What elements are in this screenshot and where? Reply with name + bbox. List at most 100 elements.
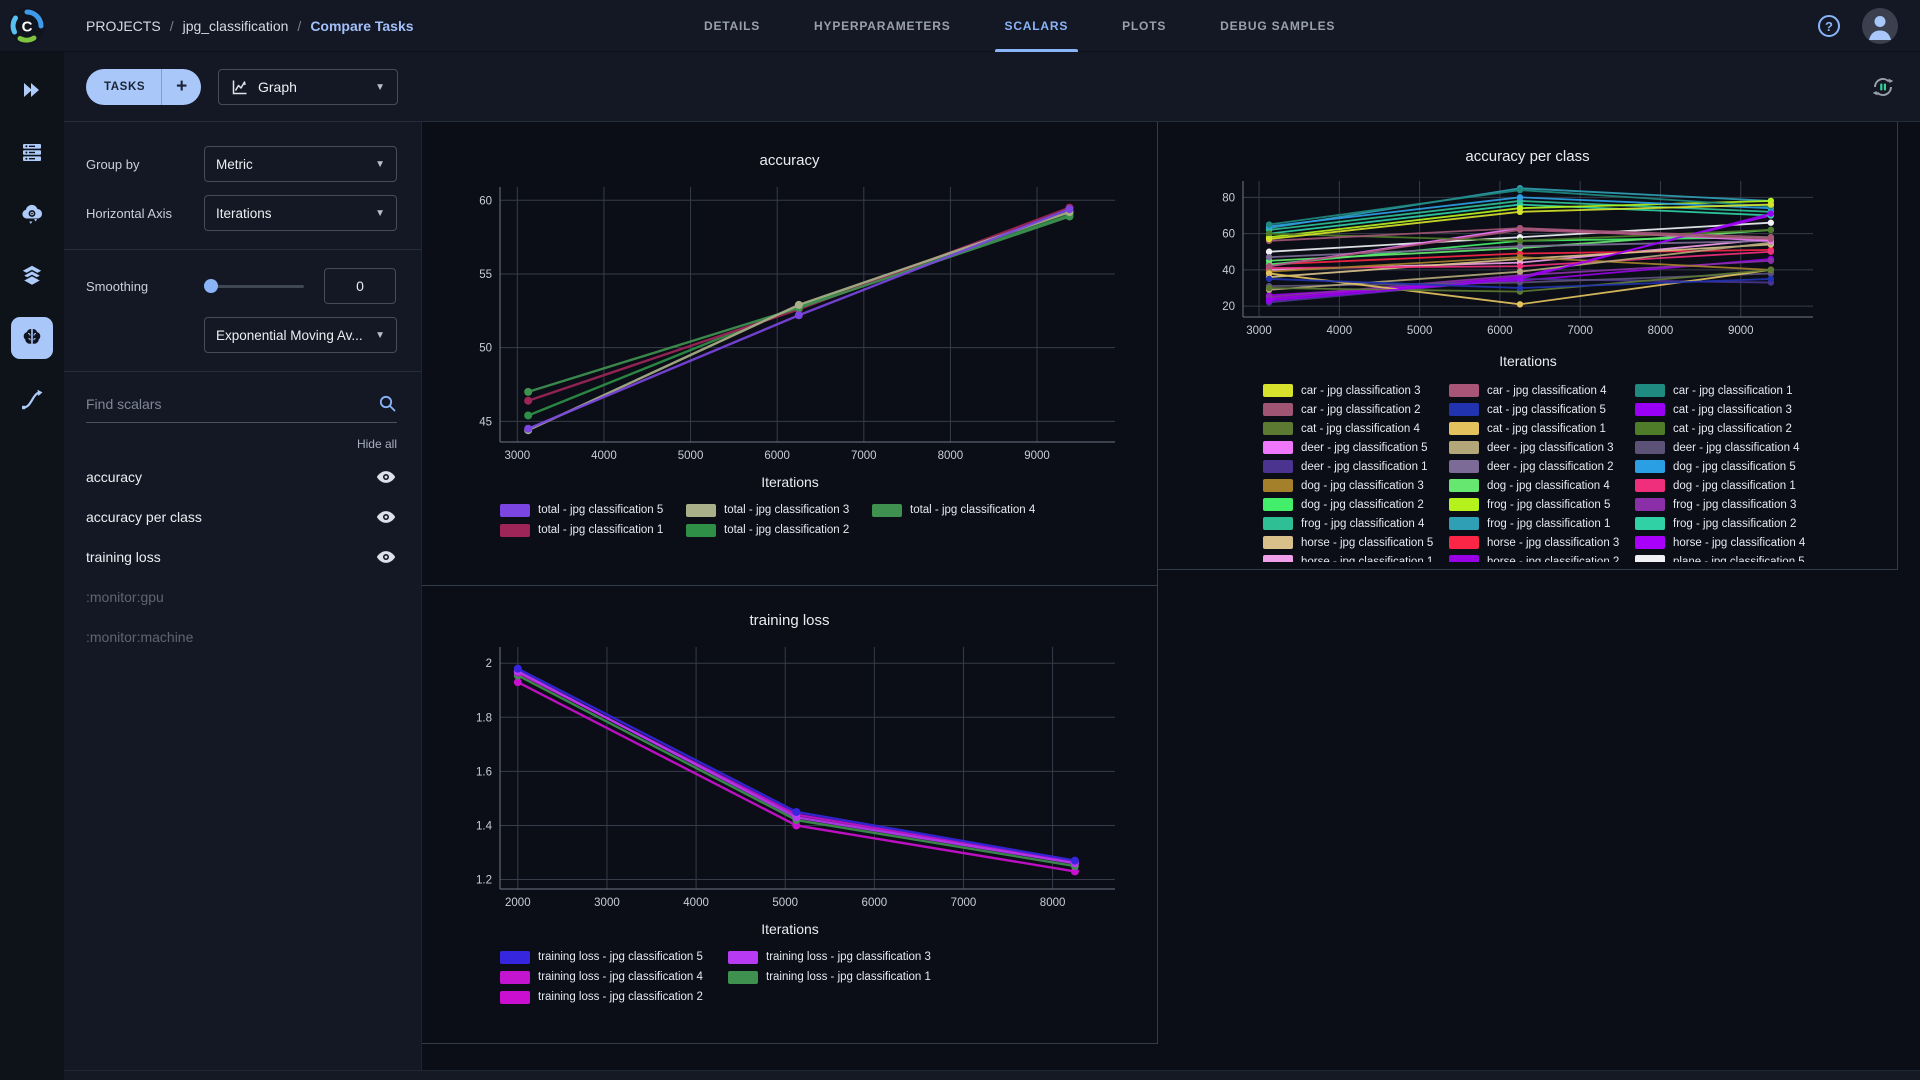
- hide-all-button[interactable]: Hide all: [86, 437, 397, 451]
- legend-item[interactable]: dog - jpg classification 2: [1263, 495, 1449, 514]
- legend-item[interactable]: cat - jpg classification 2: [1635, 419, 1821, 438]
- legend-item[interactable]: total - jpg classification 3: [686, 500, 872, 520]
- legend-label: dog - jpg classification 4: [1487, 479, 1610, 492]
- group-by-dropdown[interactable]: Metric ▼: [204, 146, 397, 182]
- group-by-label: Group by: [86, 156, 140, 172]
- legend-item[interactable]: cat - jpg classification 4: [1263, 419, 1449, 438]
- legend-item[interactable]: dog - jpg classification 3: [1263, 476, 1449, 495]
- smoothing-slider[interactable]: [204, 279, 304, 293]
- smoothing-value-input[interactable]: [324, 268, 396, 304]
- scalar-item-label[interactable]: :monitor:gpu: [86, 589, 397, 605]
- legend-item[interactable]: horse - jpg classification 3: [1449, 533, 1635, 552]
- legend-item[interactable]: car - jpg classification 4: [1449, 381, 1635, 400]
- scalar-item-label[interactable]: accuracy per class: [86, 509, 375, 525]
- accuracy-per-class-chart-canvas[interactable]: 3000 4000 5000 6000 7000 8000 9000 20 40 60 80: [1178, 173, 1878, 345]
- legend-item[interactable]: frog - jpg classification 2: [1635, 514, 1821, 533]
- legend-item[interactable]: car - jpg classification 3: [1263, 381, 1449, 400]
- legend-label: deer - jpg classification 3: [1487, 441, 1614, 454]
- legend-swatch: [500, 503, 530, 517]
- legend-item[interactable]: total - jpg classification 4: [872, 500, 1058, 520]
- legend-item[interactable]: total - jpg classification 5: [500, 500, 686, 520]
- legend-item[interactable]: plane - jpg classification 5: [1635, 552, 1821, 562]
- eye-visible-icon[interactable]: [375, 550, 397, 564]
- scalar-item-label[interactable]: accuracy: [86, 469, 375, 485]
- view-mode-dropdown[interactable]: Graph ▼: [218, 69, 398, 105]
- header-right-actions: ?: [1818, 0, 1898, 52]
- tab-debug-samples[interactable]: DEBUG SAMPLES: [1216, 0, 1339, 52]
- chevron-down-icon: ▼: [375, 207, 385, 219]
- legend-swatch: [1635, 555, 1665, 562]
- horizontal-axis-dropdown[interactable]: Iterations ▼: [204, 195, 397, 231]
- legend-item[interactable]: horse - jpg classification 5: [1263, 533, 1449, 552]
- legend-item[interactable]: cat - jpg classification 1: [1449, 419, 1635, 438]
- datasets-icon[interactable]: [0, 252, 64, 300]
- legend-label: dog - jpg classification 3: [1301, 479, 1424, 492]
- legend-item[interactable]: dog - jpg classification 5: [1635, 457, 1821, 476]
- smoothing-slider-track[interactable]: [204, 285, 304, 288]
- tab-plots[interactable]: PLOTS: [1118, 0, 1170, 52]
- add-task-button[interactable]: +: [162, 76, 201, 98]
- legend-item[interactable]: horse - jpg classification 2: [1449, 552, 1635, 562]
- search-input[interactable]: [86, 395, 378, 412]
- smoothing-type-dropdown[interactable]: Exponential Moving Av... ▼: [204, 317, 397, 353]
- legend-item[interactable]: deer - jpg classification 3: [1449, 438, 1635, 457]
- scalar-list: accuracy accuracy per class training loss:…: [86, 457, 397, 657]
- tab-scalars[interactable]: SCALARS: [994, 0, 1078, 52]
- legend-item[interactable]: training loss - jpg classification 1: [728, 967, 956, 987]
- experiments-brain-icon[interactable]: [0, 314, 64, 362]
- scalar-item-label[interactable]: :monitor:machine: [86, 629, 397, 645]
- breadcrumb-projects[interactable]: PROJECTS: [86, 18, 161, 34]
- legend-item[interactable]: total - jpg classification 2: [686, 520, 872, 540]
- tab-details[interactable]: DETAILS: [700, 0, 764, 52]
- scalar-item-label[interactable]: training loss: [86, 549, 375, 565]
- clearml-logo-icon[interactable]: C: [8, 7, 46, 45]
- tasks-pill-label[interactable]: TASKS: [86, 81, 161, 93]
- legend-label: frog - jpg classification 5: [1487, 498, 1611, 511]
- legend-item[interactable]: cat - jpg classification 3: [1635, 400, 1821, 419]
- getting-started-icon[interactable]: [0, 66, 64, 114]
- legend-swatch: [1449, 536, 1479, 549]
- eye-visible-icon[interactable]: [375, 510, 397, 524]
- accuracy-chart-canvas[interactable]: 3000 4000 5000 6000 7000 8000 9000 45 50 55 60: [440, 177, 1140, 472]
- legend-item[interactable]: horse - jpg classification 1: [1263, 552, 1449, 562]
- workers-queues-icon[interactable]: [0, 128, 64, 176]
- legend-item[interactable]: training loss - jpg classification 2: [500, 987, 728, 1007]
- legend-item[interactable]: training loss - jpg classification 5: [500, 947, 728, 967]
- legend-item[interactable]: dog - jpg classification 4: [1449, 476, 1635, 495]
- training-loss-chart-panel: training loss 2000 3000 4000 5000 6000 7000 80…: [422, 586, 1158, 1044]
- legend-item[interactable]: car - jpg classification 2: [1263, 400, 1449, 419]
- legend-item[interactable]: dog - jpg classification 1: [1635, 476, 1821, 495]
- legend-item[interactable]: deer - jpg classification 4: [1635, 438, 1821, 457]
- legend-item[interactable]: deer - jpg classification 1: [1263, 457, 1449, 476]
- tab-hyperparameters[interactable]: HYPERPARAMETERS: [810, 0, 954, 52]
- legend-item[interactable]: frog - jpg classification 5: [1449, 495, 1635, 514]
- legend-item[interactable]: frog - jpg classification 3: [1635, 495, 1821, 514]
- legend-item[interactable]: deer - jpg classification 5: [1263, 438, 1449, 457]
- horizontal-scrollbar[interactable]: [64, 1070, 1920, 1080]
- legend-item[interactable]: horse - jpg classification 4: [1635, 533, 1821, 552]
- legend-item[interactable]: cat - jpg classification 5: [1449, 400, 1635, 419]
- legend-swatch: [1449, 403, 1479, 416]
- legend-item[interactable]: training loss - jpg classification 4: [500, 967, 728, 987]
- smoothing-slider-knob[interactable]: [204, 279, 218, 293]
- pipelines-icon[interactable]: [0, 376, 64, 424]
- user-avatar-icon[interactable]: [1862, 8, 1898, 44]
- legend-swatch: [1263, 517, 1293, 530]
- auto-refresh-icon[interactable]: [1870, 74, 1896, 100]
- legend-item[interactable]: training loss - jpg classification 3: [728, 947, 956, 967]
- divider: [64, 371, 421, 372]
- legend-item[interactable]: frog - jpg classification 4: [1263, 514, 1449, 533]
- eye-visible-icon[interactable]: [375, 470, 397, 484]
- cloud-autoscaler-icon[interactable]: [0, 190, 64, 238]
- breadcrumb-project[interactable]: jpg_classification: [183, 18, 289, 34]
- help-icon[interactable]: ?: [1818, 15, 1840, 37]
- legend-item[interactable]: frog - jpg classification 1: [1449, 514, 1635, 533]
- search-icon[interactable]: [378, 394, 397, 413]
- legend-label: car - jpg classification 4: [1487, 384, 1607, 397]
- training-loss-chart-canvas[interactable]: 2000 3000 4000 5000 6000 7000 8000 1.2 1.4 1.6 1.8…: [440, 637, 1140, 919]
- legend-label: cat - jpg classification 4: [1301, 422, 1420, 435]
- tasks-pill[interactable]: TASKS +: [86, 69, 202, 105]
- legend-item[interactable]: deer - jpg classification 2: [1449, 457, 1635, 476]
- legend-item[interactable]: total - jpg classification 1: [500, 520, 686, 540]
- legend-item[interactable]: car - jpg classification 1: [1635, 381, 1821, 400]
